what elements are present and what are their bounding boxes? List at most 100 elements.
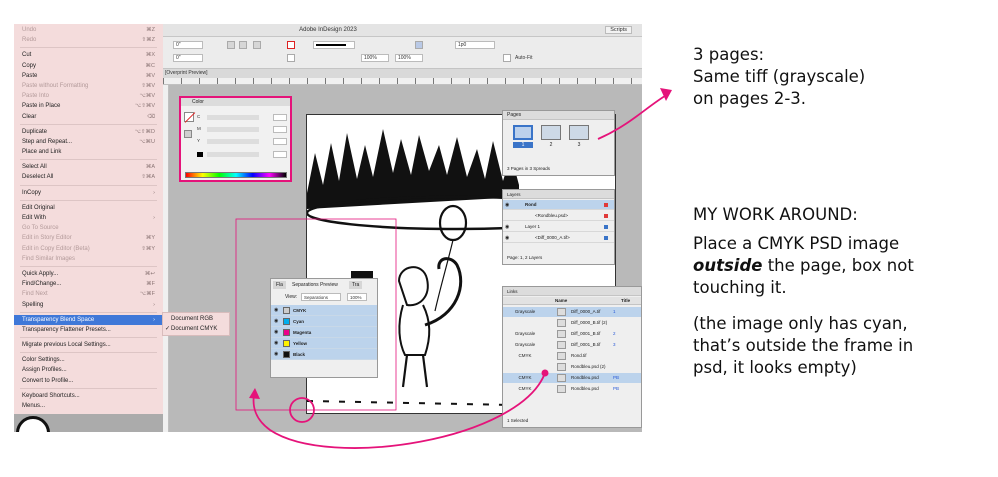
menu-item[interactable]: Color Settings... (14, 355, 163, 365)
link-page[interactable]: 3 (613, 340, 616, 350)
link-page[interactable]: PB (613, 384, 619, 394)
col-title[interactable]: Title (621, 298, 630, 303)
submenu-item-cmyk[interactable]: ✓ Document CMYK (163, 324, 229, 334)
menu-item[interactable]: Convert to Profile... (14, 376, 163, 386)
sep-row-magenta[interactable]: ◉ Magenta (271, 327, 377, 338)
link-name: Diff_0000_A.tif (571, 309, 601, 314)
menu-item[interactable]: Paste in Place ⌥⇧⌘V (14, 101, 163, 111)
align-icon[interactable] (253, 41, 261, 49)
menu-item[interactable]: Paste Into ⌥⌘V (14, 91, 163, 101)
menu-item[interactable]: Cut ⌘X (14, 50, 163, 60)
link-page[interactable]: 1 (613, 307, 616, 317)
sep-row-cmyk[interactable]: ◉ CMYK (271, 305, 377, 316)
eye-icon[interactable]: ◉ (274, 316, 278, 327)
link-page[interactable]: PB (613, 373, 619, 383)
sep-row-black[interactable]: ◉ Black (271, 349, 377, 360)
document-tab[interactable]: [Overprint Preview] (163, 69, 642, 78)
layer-row[interactable]: <Rondbleu.psd> (503, 211, 614, 221)
menu-item[interactable]: Redo ⇧⌘Z (14, 35, 163, 45)
eye-icon[interactable]: ◉ (505, 222, 509, 232)
menu-item[interactable]: Select All ⌘A (14, 162, 163, 172)
menu-item[interactable]: Go To Source (14, 223, 163, 233)
menu-item-label: Transparency Flattener Presets... (22, 326, 111, 333)
menu-item[interactable]: Find Similar Images (14, 254, 163, 264)
link-row[interactable]: Grayscale Diff_0001_B.tif 3 (503, 340, 641, 350)
link-row[interactable]: Grayscale Diff_0000_A.tif 1 (503, 307, 641, 317)
menu-item[interactable]: Migrate previous Local Settings... (14, 340, 163, 350)
menu-item[interactable]: Edit Original (14, 203, 163, 213)
stroke-swatch-icon[interactable] (287, 54, 295, 62)
autofit-checkbox[interactable] (503, 54, 511, 62)
sep-row-cyan[interactable]: ◉ Cyan (271, 316, 377, 327)
layer-row[interactable]: ◉ Layer 1 (503, 222, 614, 232)
menu-item[interactable]: Clear ⌫ (14, 112, 163, 122)
menu-item[interactable]: Copy ⌘C (14, 61, 163, 71)
menu-item-label: Edit With (22, 215, 47, 221)
menu-item[interactable]: Find/Change... ⌘F (14, 279, 163, 289)
menu-item[interactable]: Keyboard Shortcuts... (14, 391, 163, 401)
eye-icon[interactable]: ◉ (274, 338, 278, 349)
menu-item[interactable]: Spelling › (14, 300, 163, 310)
zoom-w-field[interactable]: 100% (361, 54, 389, 62)
menu-item[interactable]: Quick Apply... ⌘↩ (14, 269, 163, 279)
zoom-h-field[interactable]: 100% (395, 54, 423, 62)
menu-item[interactable]: Edit With › (14, 213, 163, 223)
rotate-icon[interactable] (227, 41, 235, 49)
tab-flattener[interactable]: Fla (273, 281, 286, 289)
link-row[interactable]: Grayscale Diff_0001_B.tif 2 (503, 329, 641, 339)
channel-m[interactable]: M (197, 126, 287, 133)
eye-icon[interactable]: ◉ (274, 327, 278, 338)
stroke-type-select[interactable] (313, 41, 355, 49)
channel-y[interactable]: Y (197, 138, 287, 145)
col-name[interactable]: Name (555, 298, 567, 303)
eye-icon[interactable]: ◉ (274, 349, 278, 360)
tab-separations-preview[interactable]: Separations Preview (289, 281, 341, 289)
color-spectrum[interactable] (185, 172, 287, 178)
eye-icon[interactable]: ◉ (274, 305, 278, 316)
menu-item[interactable]: Deselect All ⇧⌘A (14, 172, 163, 182)
stroke-weight-field[interactable]: 1p0 (455, 41, 495, 49)
link-row[interactable]: CMYK Rondbleu.psd PB (503, 384, 641, 394)
x-field[interactable]: 0" (173, 41, 203, 49)
page-thumb-2[interactable] (541, 125, 561, 140)
text-wrap-icon[interactable] (415, 41, 423, 49)
submenu-item-rgb[interactable]: Document RGB (163, 314, 229, 324)
menu-item[interactable]: Transparency Blend Space › (14, 314, 163, 325)
menu-item[interactable]: Step and Repeat... ⌥⌘U (14, 137, 163, 147)
menu-item[interactable]: Duplicate ⌥⇧⌘D (14, 127, 163, 137)
layer-row[interactable]: ◉ <Diff_0000_A.tif> (503, 233, 614, 243)
fill-icon[interactable] (184, 112, 196, 123)
page-thumb-1[interactable] (513, 125, 533, 140)
stroke-icon[interactable] (184, 130, 192, 138)
view-select[interactable]: Separations (301, 293, 341, 301)
page-thumb-3[interactable] (569, 125, 589, 140)
eye-icon[interactable]: ◉ (505, 233, 509, 243)
menu-item[interactable]: Transparency Flattener Presets... (14, 325, 163, 335)
ink-percent[interactable]: 100% (347, 293, 367, 301)
menu-item[interactable]: Paste without Formatting ⇧⌘V (14, 81, 163, 91)
sep-row-yellow[interactable]: ◉ Yellow (271, 338, 377, 349)
layer-row[interactable]: ◉ Rond (503, 200, 614, 210)
channel-k[interactable]: K (197, 151, 287, 158)
link-row[interactable]: Diff_0000_B.tif (2) (503, 318, 641, 328)
menu-item[interactable]: Menus... (14, 401, 163, 411)
fill-swatch-icon[interactable] (287, 41, 295, 49)
tab-trap[interactable]: Tra (349, 281, 363, 289)
menu-item[interactable]: Edit in Story Editor ⌘Y (14, 233, 163, 243)
menu-item[interactable]: Edit in Copy Editor (Beta) ⇧⌘Y (14, 244, 163, 254)
menu-item[interactable]: Place and Link (14, 147, 163, 157)
link-row[interactable]: CMYK Rond.tif (503, 351, 641, 361)
menu-item[interactable]: InCopy › (14, 188, 163, 198)
link-row[interactable]: Rondbleu.psd (2) (503, 362, 641, 372)
link-page[interactable]: 2 (613, 329, 616, 339)
link-row[interactable]: CMYK Rondbleu.psd PB (503, 373, 641, 383)
scripts-tab[interactable]: Scripts (605, 26, 632, 34)
menu-item[interactable]: Undo ⌘Z (14, 25, 163, 35)
eye-icon[interactable]: ◉ (505, 200, 509, 210)
menu-item[interactable]: Assign Profiles... (14, 365, 163, 375)
menu-item[interactable]: Find Next ⌥⌘F (14, 289, 163, 299)
y-field[interactable]: 0" (173, 54, 203, 62)
flip-icon[interactable] (239, 41, 247, 49)
menu-item[interactable]: Paste ⌘V (14, 71, 163, 81)
channel-c[interactable]: C (197, 114, 287, 121)
